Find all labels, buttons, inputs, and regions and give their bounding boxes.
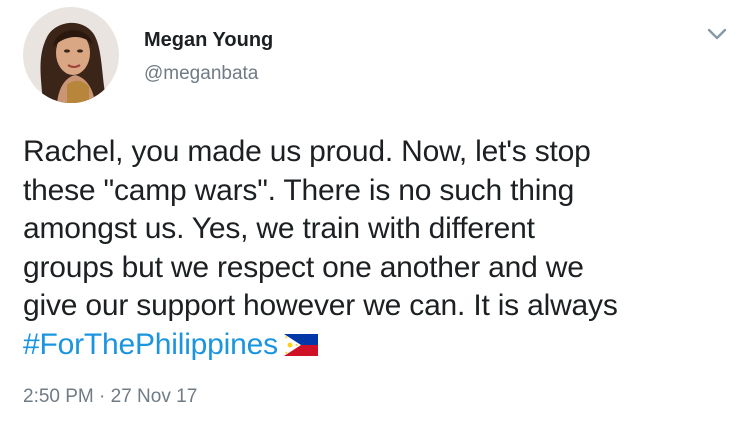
- hashtag-line: #ForThePhilippines: [23, 326, 728, 365]
- tweet-text-line: groups but we respect one another and we: [23, 250, 584, 284]
- tweet-text-line: amongst us. Yes, we train with different: [23, 212, 535, 245]
- chevron-down-icon[interactable]: [706, 27, 728, 41]
- tweet-text-line: Rachel, you made us proud. Now, let's st…: [23, 135, 591, 168]
- tweet-timestamp[interactable]: 2:50 PM · 27 Nov 17: [23, 386, 197, 408]
- tweet-text-line: these "camp wars". There is no such thin…: [23, 173, 575, 207]
- avatar-image: [23, 7, 119, 103]
- hashtag-link[interactable]: #ForThePhilippines: [23, 328, 278, 361]
- author-handle[interactable]: @meganbata: [144, 63, 258, 85]
- tweet-text-line: give our support however we can. It is a…: [23, 289, 618, 322]
- author-display-name[interactable]: Megan Young: [144, 29, 273, 52]
- avatar[interactable]: [23, 7, 119, 103]
- philippines-flag-icon: [283, 333, 318, 356]
- tweet-text: Rachel, you made us proud. Now, let's st…: [23, 133, 728, 364]
